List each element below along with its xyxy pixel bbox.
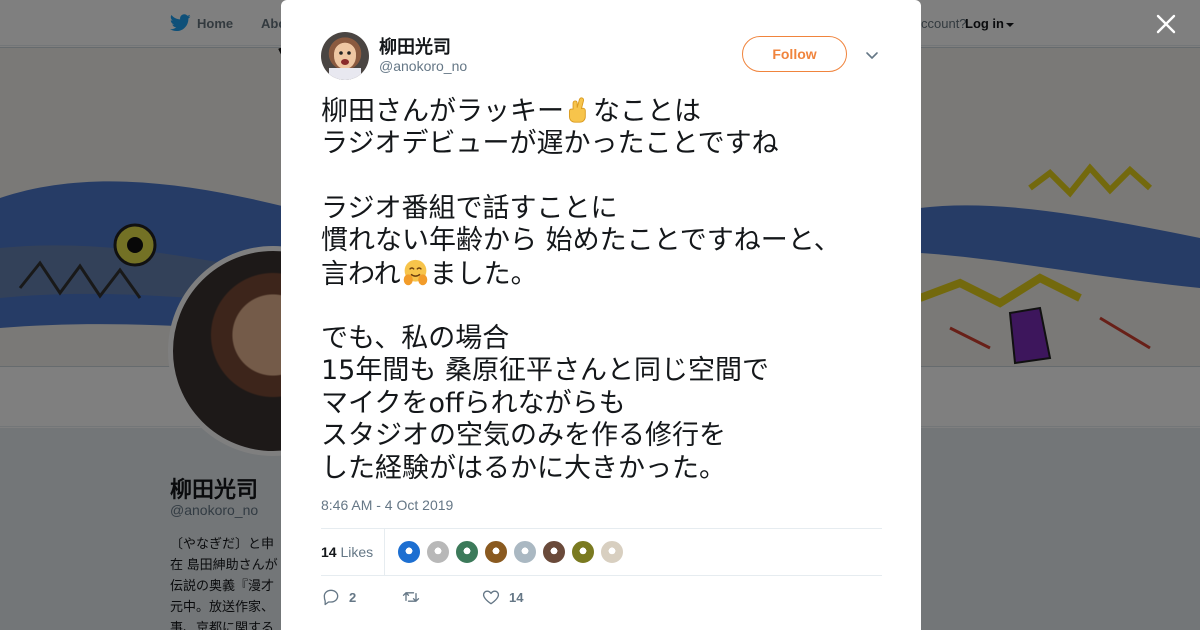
close-icon[interactable] [1155, 13, 1177, 35]
author-name[interactable]: 柳田光司 [379, 33, 451, 59]
likes-stat[interactable]: 14 Likes [321, 544, 373, 560]
tweet-text-line [321, 290, 891, 323]
tweet-text-segment: スタジオの空気のみを作る修行を [321, 420, 726, 451]
tweet-text-line [321, 160, 891, 193]
tweet-text-line: ラジオデビューが遅かったことですね [321, 128, 891, 161]
liker-avatar[interactable] [455, 540, 479, 564]
tweet-text-line: 柳田さんがラッキー なことは [321, 95, 891, 128]
tweet-text: 柳田さんがラッキー なことは ラジオデビューが遅かったことですね ラジオ番組で話すこと… [321, 95, 891, 485]
retweet-action[interactable] [401, 585, 429, 609]
tweet-text-segment: 柳田さんがラッキー [321, 96, 564, 127]
tweet-text-line: ラジオ番組で話すことに [321, 193, 891, 226]
tweet-text-segment: 慣れない年齢から 始めたことですねーと、 [321, 225, 841, 256]
liker-avatar[interactable] [484, 540, 508, 564]
like-count: 14 [509, 589, 524, 605]
liker-avatar[interactable] [513, 540, 537, 564]
tweet-text-segment: ラジオ番組で話すことに [321, 192, 618, 224]
liker-avatar[interactable] [397, 540, 421, 564]
like-action[interactable]: 14 [481, 585, 523, 609]
follow-button[interactable]: Follow [742, 36, 847, 72]
liker-avatar[interactable] [571, 540, 595, 564]
tweet-text-segment: した経験がはるかに大きかった。 [321, 452, 726, 484]
stats-divider [384, 529, 385, 575]
tweet-text-line: でも、私の場合 [321, 323, 891, 356]
liker-avatar[interactable] [426, 540, 450, 564]
tweet-text-segment: でも、私の場合 [321, 322, 510, 354]
chevron-down-icon[interactable] [864, 47, 880, 63]
tweet-text-segment: マイクをoffられながらも [321, 387, 626, 419]
reply-count: 2 [349, 589, 357, 605]
tweet-stats: 14 Likes [321, 528, 882, 576]
author-avatar-face [329, 43, 361, 80]
reply-icon [323, 589, 339, 606]
tweet-text-segment: ました。 [429, 258, 538, 290]
tweet-text-line: 慣れない年齢から 始めたことですねーと、 [321, 225, 891, 258]
tweet-text-line: スタジオの空気のみを作る修行を [321, 420, 891, 453]
tweet-text-line: した経験がはるかに大きかった。 [321, 453, 891, 486]
liker-avatar[interactable] [542, 540, 566, 564]
tweet-text-segment: 言われ [321, 258, 401, 290]
liker-avatar[interactable] [600, 540, 624, 564]
tweet-text-segment: なことは [593, 96, 701, 127]
tweet-modal: 柳田光司 @anokoro_no Follow 柳田さんがラッキー なことは ラジオ… [281, 0, 921, 630]
tweet-actions: 2 14 [321, 585, 882, 609]
likes-label: Likes [340, 544, 374, 560]
retweet-icon [402, 592, 420, 602]
hugging-face-emoji [401, 259, 430, 290]
heart-icon [482, 590, 500, 605]
tweet-text-segment: 15年間も 桑原征平さんと同じ空間で [321, 355, 769, 386]
tweet-text-line: 言われ ました。 [321, 258, 891, 291]
likes-count: 14 [321, 544, 337, 560]
tweet-text-segment: ラジオデビューが遅かったことですね [321, 127, 779, 159]
author-handle[interactable]: @anokoro_no [379, 58, 467, 74]
author-avatar[interactable] [321, 32, 369, 80]
tweet-text-line: 15年間も 桑原征平さんと同じ空間で [321, 355, 891, 388]
tweet-text-line: マイクをoffられながらも [321, 388, 891, 421]
tweet-timestamp[interactable]: 8:46 AM - 4 Oct 2019 [321, 497, 453, 513]
crossed-fingers-emoji [564, 96, 593, 127]
reply-action[interactable]: 2 [321, 585, 356, 609]
